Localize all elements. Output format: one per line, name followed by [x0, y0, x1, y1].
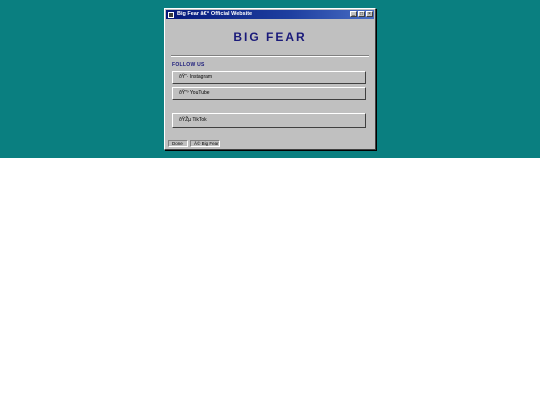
divider — [171, 55, 369, 57]
window-controls: _ □ × — [350, 11, 373, 17]
follow-us-heading: FOLLOW US — [172, 62, 205, 68]
title-bar[interactable]: Big Fear â€“ Official Website _ □ × — [166, 10, 374, 19]
status-text: Done — [168, 140, 188, 147]
instagram-link-button[interactable]: ðŸ“· Instagram — [172, 71, 366, 84]
minimize-button[interactable]: _ — [350, 11, 357, 17]
window-title: Big Fear â€“ Official Website — [177, 11, 253, 17]
browser-window: Big Fear â€“ Official Website _ □ × BIG … — [164, 8, 376, 150]
close-button[interactable]: × — [366, 11, 373, 17]
page-content: BIG FEAR FOLLOW US ðŸ“· Instagram ðŸ“º Y… — [168, 21, 372, 139]
copyright-text: Â© Big Fear — [190, 140, 220, 147]
youtube-link-button[interactable]: ðŸ“º YouTube — [172, 87, 366, 100]
status-bar: Done Â© Big Fear — [166, 140, 374, 148]
app-icon — [168, 11, 174, 18]
tiktok-link-button[interactable]: ðŸŽµ TikTok — [172, 113, 366, 128]
site-title: BIG FEAR — [233, 30, 307, 44]
maximize-button[interactable]: □ — [358, 11, 365, 17]
